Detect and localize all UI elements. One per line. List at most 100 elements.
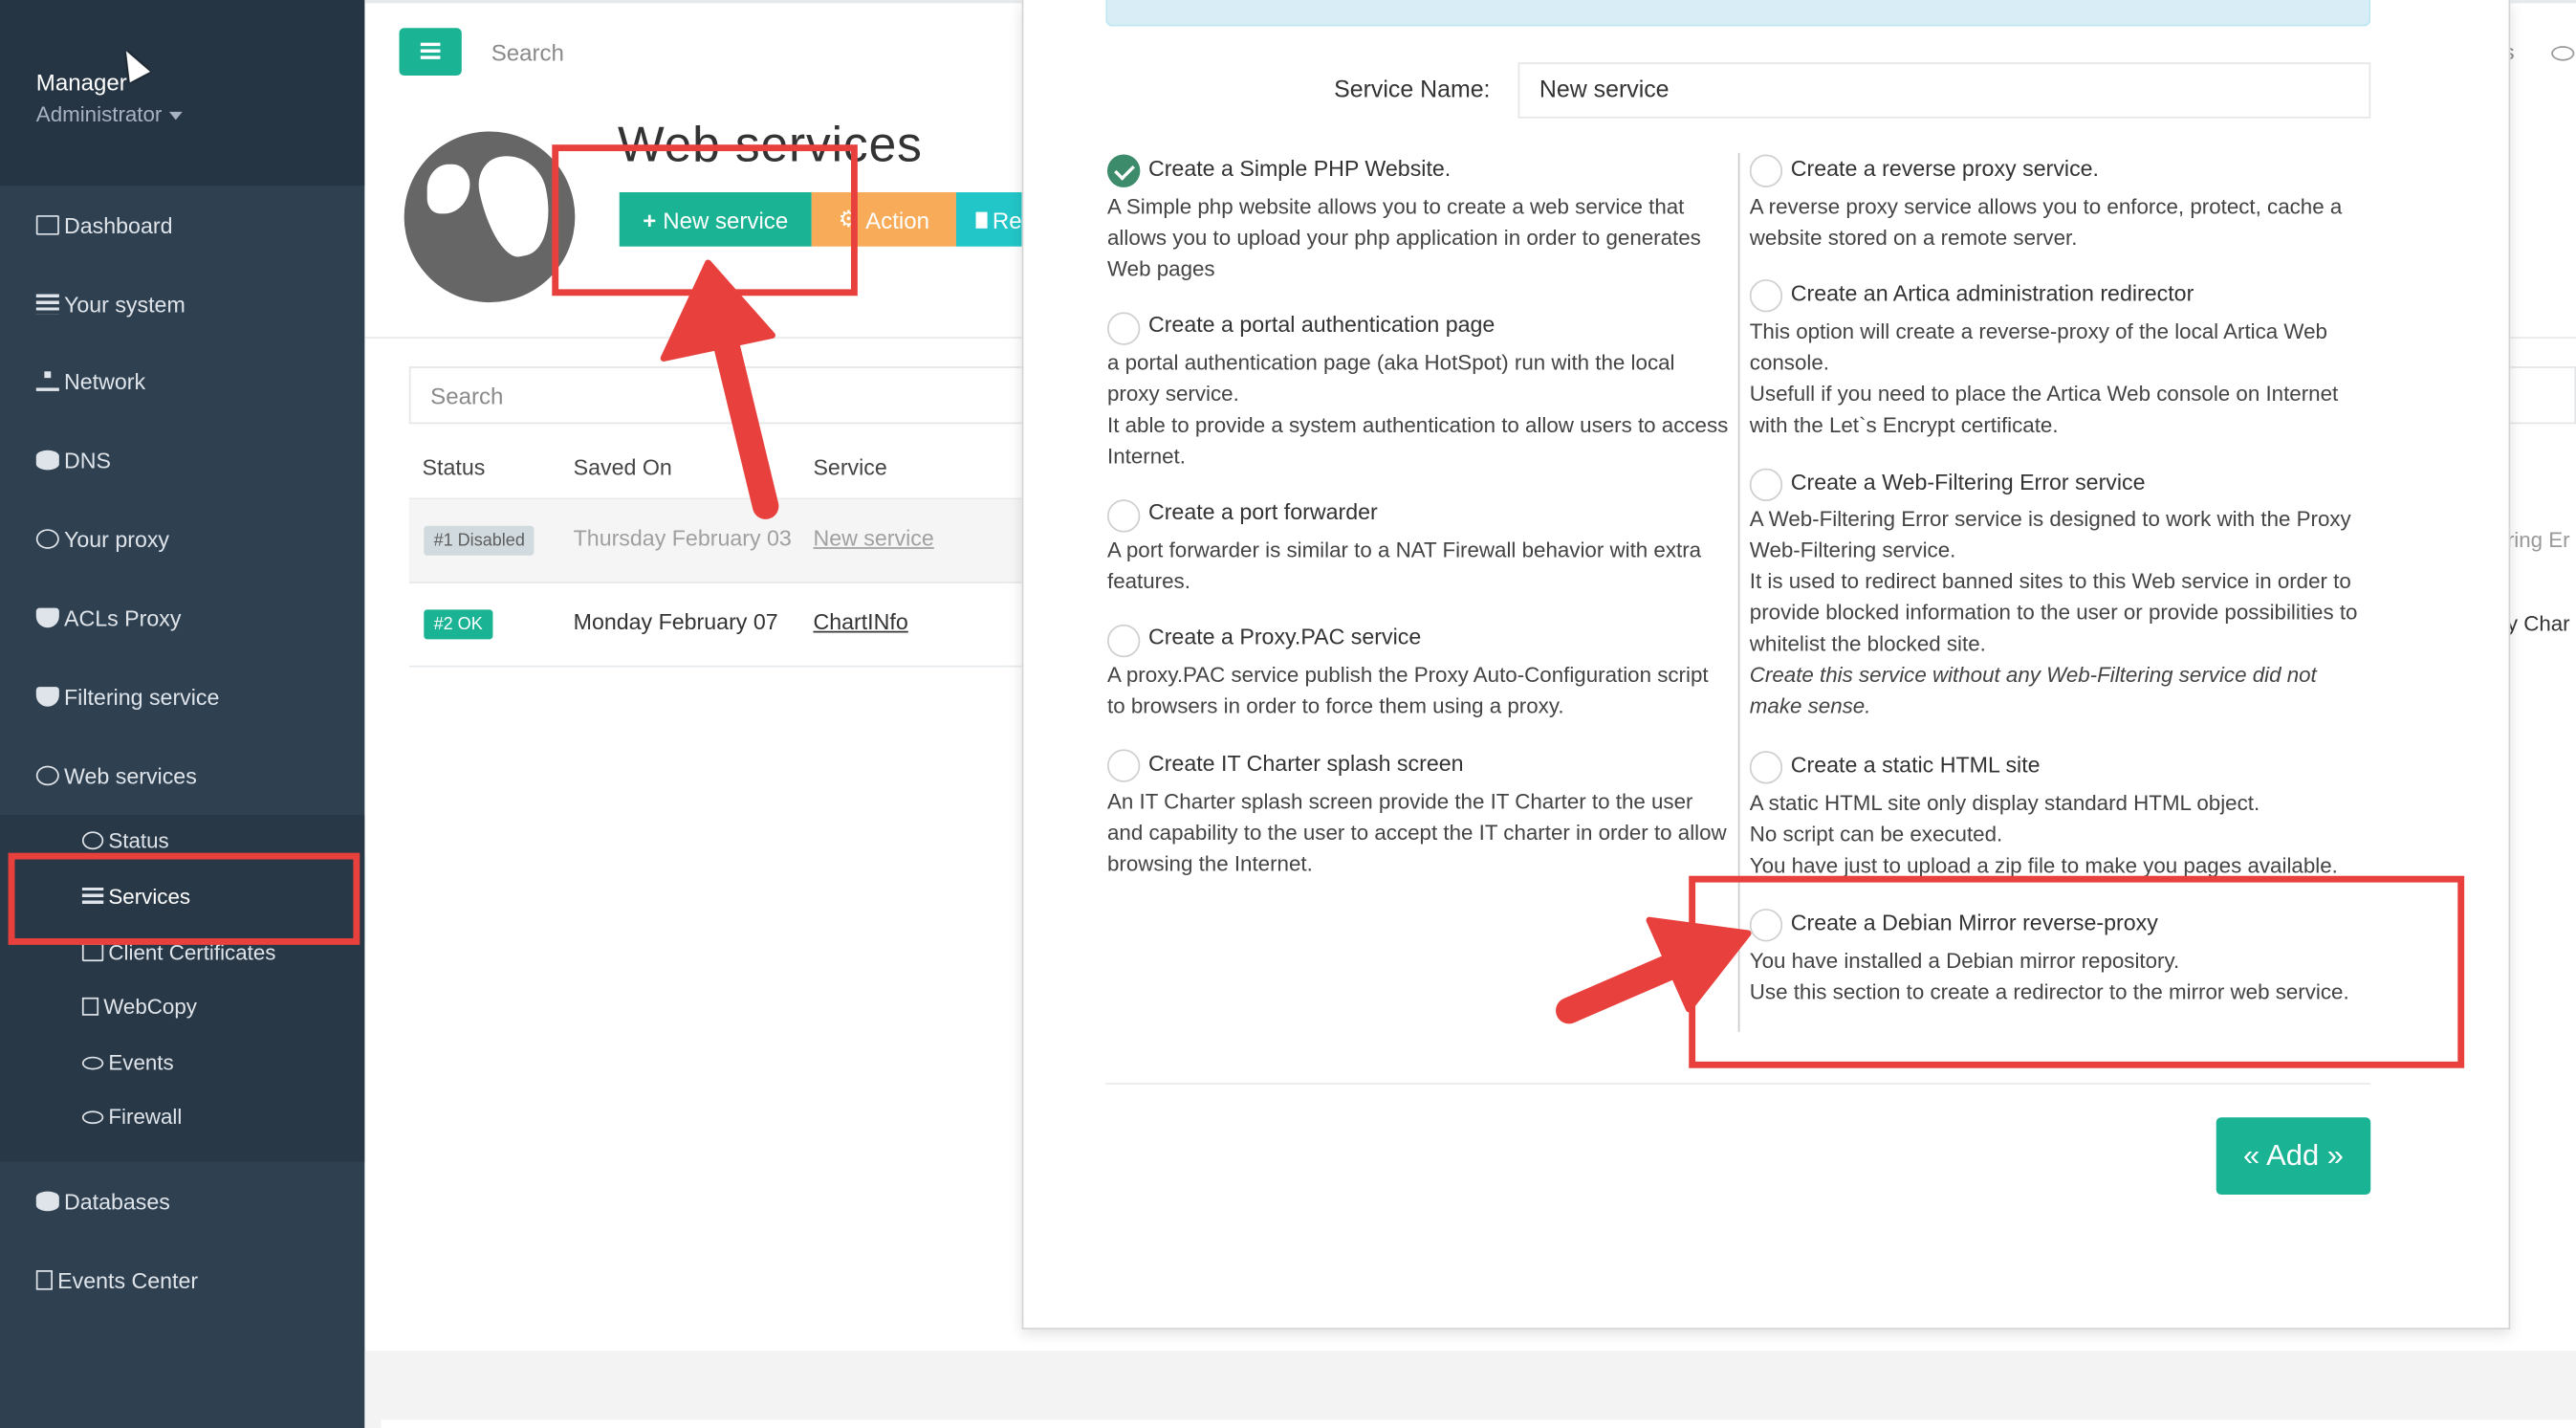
sidebar-item-label: Events Center (57, 1267, 199, 1293)
annotation-highlight-debian-mirror (1689, 875, 2465, 1068)
save-label: Re (992, 206, 1022, 233)
static-html-radio[interactable] (1749, 751, 1783, 784)
menu-toggle-button[interactable] (399, 28, 462, 77)
action-label: Action (865, 206, 929, 233)
option-title[interactable]: Create a portal authentication page (1148, 312, 1495, 337)
option-title[interactable]: Create a port forwarder (1148, 499, 1378, 524)
service-link[interactable]: ChartINfo (813, 609, 907, 634)
option-description: a portal authentication page (aka HotSpo… (1107, 347, 1732, 472)
option-description: An IT Charter splash screen provide the … (1107, 785, 1732, 879)
description-line: A Web-Filtering Error service is designe… (1749, 506, 2351, 562)
hamburger-icon (420, 55, 441, 59)
option-title[interactable]: Create a Web-Filtering Error service (1791, 470, 2146, 494)
sidebar-item-label: Filtering service (64, 684, 220, 710)
option-title[interactable]: Create a Simple PHP Website. (1148, 156, 1451, 181)
column-header-service[interactable]: Service (813, 455, 886, 480)
submenu-item-label: WebCopy (103, 994, 197, 1020)
shield-icon (35, 607, 59, 628)
description-line: It able to provide a system authenticati… (1107, 412, 1729, 469)
column-header-status[interactable]: Status (423, 455, 486, 480)
top-search-input[interactable]: Search (491, 39, 564, 65)
save-icon (975, 210, 988, 228)
submenu-item-status[interactable]: Status (81, 828, 169, 853)
copy-icon (81, 997, 99, 1016)
submenu-item-label: Firewall (108, 1104, 183, 1130)
description-line: No script can be executed. (1749, 822, 2003, 846)
sidebar-item-label: Web services (64, 763, 197, 788)
user-role-dropdown[interactable]: Administrator (35, 101, 182, 127)
sidebar-item-acls-proxy[interactable]: ACLs Proxy (35, 602, 182, 634)
php-website-radio[interactable] (1107, 154, 1141, 187)
database-icon (35, 450, 59, 471)
option-title[interactable]: Create an Artica administration redirect… (1791, 281, 2194, 306)
globe-icon (404, 131, 576, 303)
port-forwarder-radio[interactable] (1107, 499, 1141, 533)
option-description: A Simple php website allows you to creat… (1107, 190, 1732, 284)
portal-auth-radio[interactable] (1107, 312, 1141, 345)
reverse-proxy-radio[interactable] (1749, 154, 1783, 187)
gears-icon (81, 831, 104, 850)
saved-on-cell: Monday February 07 (573, 609, 778, 635)
service-link[interactable]: New service (813, 526, 933, 551)
sidebar-item-your-proxy[interactable]: Your proxy (35, 522, 169, 555)
sidebar-item-web-services[interactable]: Web services (35, 759, 197, 792)
sidebar-item-databases[interactable]: Databases (35, 1185, 170, 1218)
eye-icon[interactable] (2551, 46, 2575, 61)
list-icon (35, 294, 59, 315)
service-name-label: Service Name: (1334, 77, 1491, 104)
header-divider (2506, 337, 2576, 339)
proxy-pac-radio[interactable] (1107, 624, 1141, 658)
description-line: A port forwarder is similar to a NAT Fir… (1107, 537, 1702, 594)
footer-bar (381, 1419, 2576, 1428)
option-title[interactable]: Create a static HTML site (1791, 753, 2041, 778)
description-line: A reverse proxy service allows you to en… (1749, 193, 2343, 251)
globe-icon (35, 765, 59, 786)
web-filtering-error-radio[interactable] (1749, 468, 1783, 502)
sidebar-item-filtering-service[interactable]: Filtering service (35, 680, 220, 713)
description-line: A proxy.PAC service publish the Proxy Au… (1107, 662, 1709, 718)
sidebar-item-network[interactable]: Network (35, 364, 145, 397)
artica-redirector-radio[interactable] (1749, 279, 1783, 313)
sidebar-item-label: DNS (64, 448, 111, 472)
option-title[interactable]: Create a reverse proxy service. (1791, 156, 2099, 181)
sidebar-item-label: ACLs Proxy (64, 605, 182, 630)
save-button[interactable]: Re (955, 192, 1022, 247)
description-note: Create this service without any Web-Filt… (1749, 662, 2317, 718)
table-row[interactable]: #2 OK Monday February 07 ChartINfo (408, 583, 1022, 668)
submenu-item-webcopy[interactable]: WebCopy (81, 994, 197, 1020)
certificate-icon (81, 943, 104, 962)
description-line: Usefull if you need to place the Artica … (1749, 381, 2339, 438)
annotation-highlight-new-service (552, 144, 858, 297)
service-name-input[interactable]: New service (1517, 62, 2371, 119)
file-icon (35, 1270, 53, 1290)
option-title[interactable]: Create IT Charter splash screen (1148, 751, 1464, 776)
table-search-input[interactable]: Search (408, 366, 1022, 425)
submenu-item-events[interactable]: Events (81, 1050, 174, 1075)
option-description: A Web-Filtering Error service is designe… (1750, 503, 2374, 722)
description-line: This option will create a reverse-proxy … (1749, 319, 2327, 375)
user-profile: Manager Administrator (0, 0, 365, 187)
hamburger-icon (420, 49, 441, 53)
modal-divider (1105, 1083, 2371, 1085)
user-name: Manager (35, 69, 127, 96)
hamburger-icon (420, 42, 441, 47)
eye-icon (81, 1109, 104, 1124)
add-button[interactable]: « Add » (2216, 1117, 2371, 1196)
sidebar-item-events-center[interactable]: Events Center (35, 1263, 199, 1296)
user-role-label: Administrator (35, 101, 163, 127)
sitemap-icon (35, 371, 59, 391)
row-cell-fragment: ring Er (2506, 527, 2570, 553)
submenu-item-firewall[interactable]: Firewall (81, 1104, 183, 1130)
description-line: A Simple php website allows you to creat… (1107, 193, 1701, 281)
sidebar-item-dashboard[interactable]: Dashboard (35, 209, 173, 241)
column-header-saved-on[interactable]: Saved On (574, 455, 672, 480)
option-description: A static HTML site only display standard… (1750, 787, 2374, 881)
sidebar-item-label: Databases (64, 1189, 170, 1214)
sidebar-item-your-system[interactable]: Your system (35, 288, 186, 320)
description-line: A static HTML site only display standard… (1749, 790, 2260, 816)
sidebar-item-dns[interactable]: DNS (35, 444, 111, 476)
option-title[interactable]: Create a Proxy.PAC service (1148, 625, 1421, 649)
it-charter-radio[interactable] (1107, 749, 1141, 782)
database-icon (35, 1191, 59, 1212)
table-row[interactable]: #1 Disabled Thursday February 03 New ser… (408, 499, 1022, 583)
